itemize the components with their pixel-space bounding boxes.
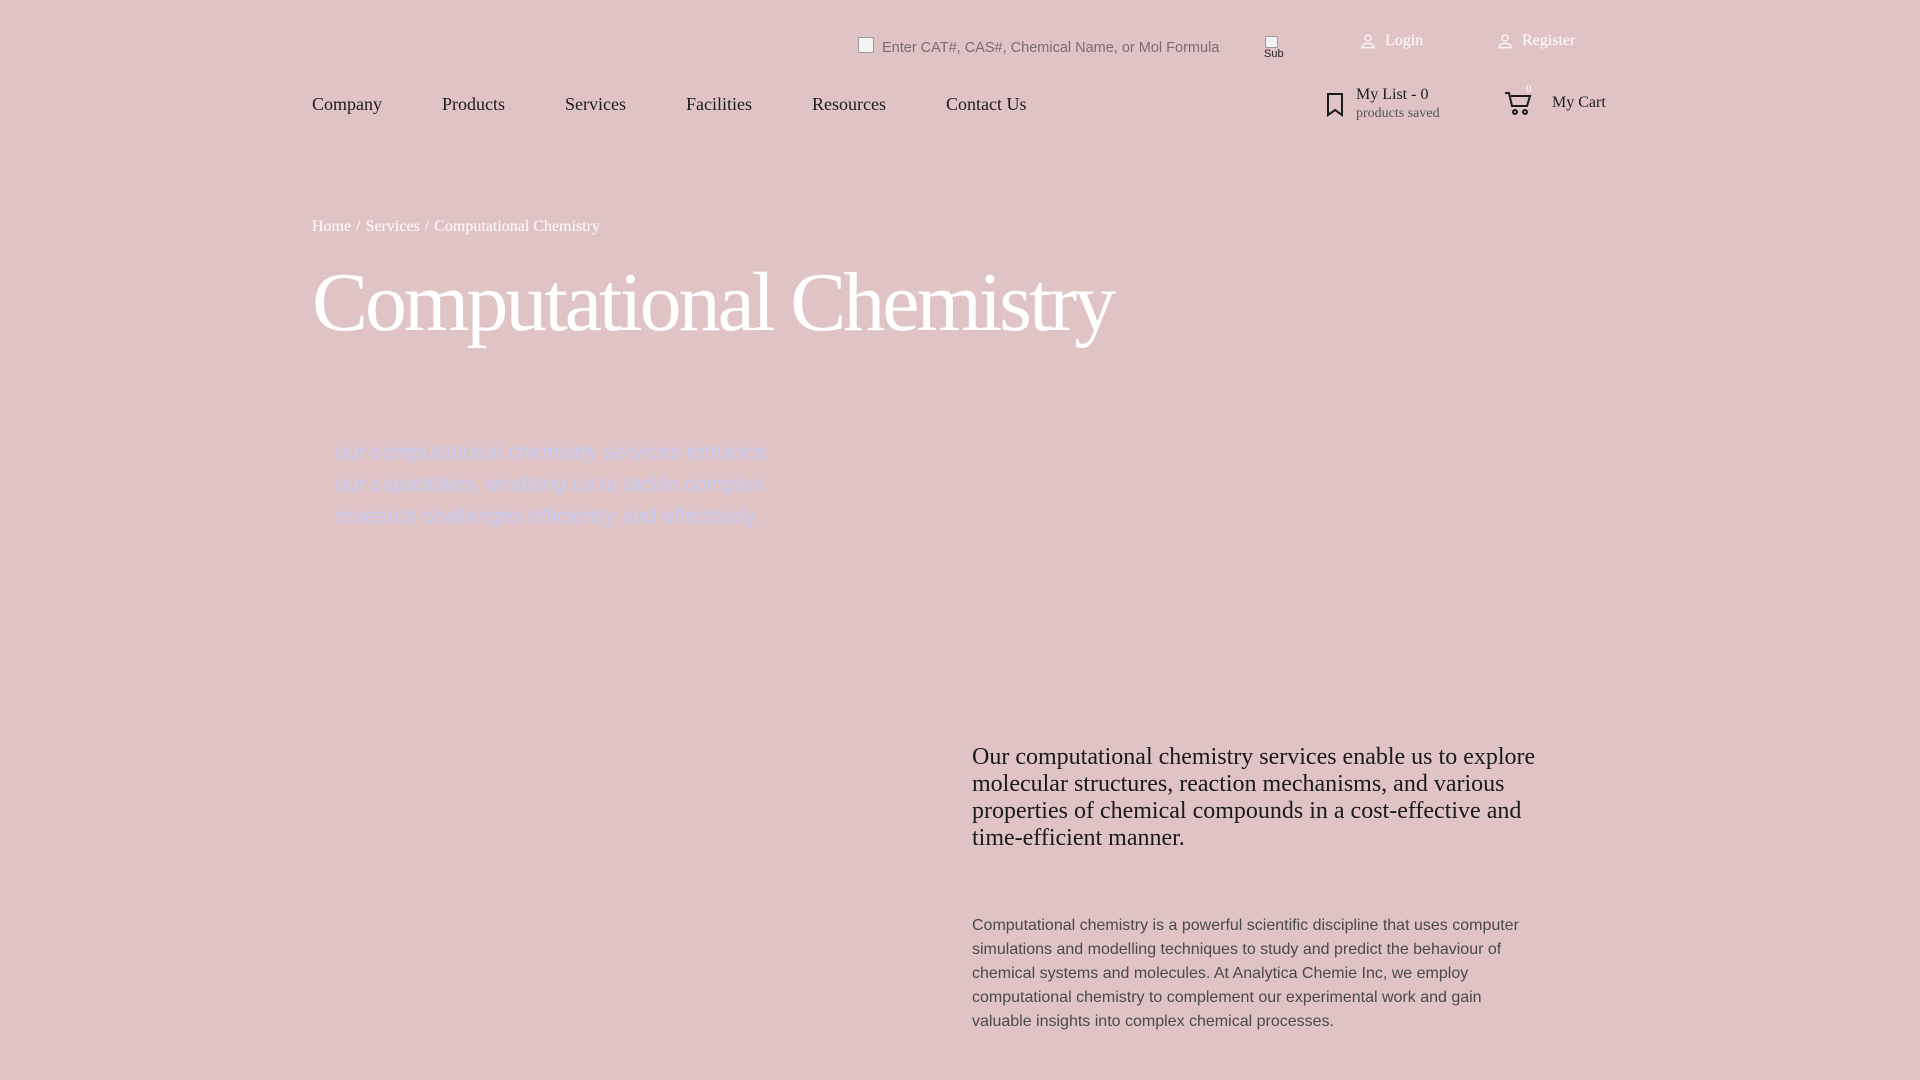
user-icon <box>1498 34 1512 49</box>
lead-paragraph: Our computational chemistry services ena… <box>972 744 1536 851</box>
breadcrumb: Home / Services / Computational Chemistry <box>312 218 600 236</box>
my-list-link[interactable]: My List - 0 products saved <box>1324 86 1440 124</box>
nav-item-services[interactable]: Services <box>565 94 626 115</box>
nav-item-facilities[interactable]: Facilities <box>686 94 752 115</box>
hero-blurb: our computational chemistry services enh… <box>335 441 767 528</box>
nav-item-company[interactable]: Company <box>312 94 382 115</box>
cart-link[interactable]: My Cart <box>1504 90 1606 116</box>
search-icon <box>858 37 874 53</box>
main-nav: Company Products Services Facilities Res… <box>312 94 1086 115</box>
user-icon <box>1361 34 1375 49</box>
my-list-text: My List - 0 products saved <box>1356 86 1440 124</box>
breadcrumb-current: Computational Chemistry <box>434 218 600 235</box>
login-link[interactable]: Login <box>1359 32 1423 50</box>
search-bar <box>858 30 1228 66</box>
nav-item-products[interactable]: Products <box>442 94 505 115</box>
search-submit-button[interactable]: Sub <box>1264 36 1286 66</box>
my-list-title: My List - 0 <box>1356 86 1429 103</box>
search-submit-alt-text: Sub <box>1264 48 1284 60</box>
login-label: Login <box>1385 32 1424 49</box>
register-label: Register <box>1522 32 1576 49</box>
nav-item-resources[interactable]: Resources <box>812 94 886 115</box>
breadcrumb-services[interactable]: Services <box>366 218 420 235</box>
body-paragraph: Computational chemistry is a powerful sc… <box>972 917 1519 1030</box>
search-input[interactable] <box>882 40 1222 56</box>
broken-image-icon <box>1265 36 1278 48</box>
nav-item-contact[interactable]: Contact Us <box>946 94 1027 115</box>
page-title: Computational Chemistry <box>312 256 1116 349</box>
breadcrumb-home[interactable]: Home <box>312 218 351 235</box>
breadcrumb-separator: / <box>424 218 430 235</box>
cart-label: My Cart <box>1552 94 1606 111</box>
bookmark-icon <box>1327 93 1343 117</box>
breadcrumb-separator: / <box>356 218 361 235</box>
my-list-subtitle: products saved <box>1356 106 1440 121</box>
cart-count-badge: 0 <box>1526 83 1532 95</box>
register-link[interactable]: Register <box>1496 32 1575 50</box>
